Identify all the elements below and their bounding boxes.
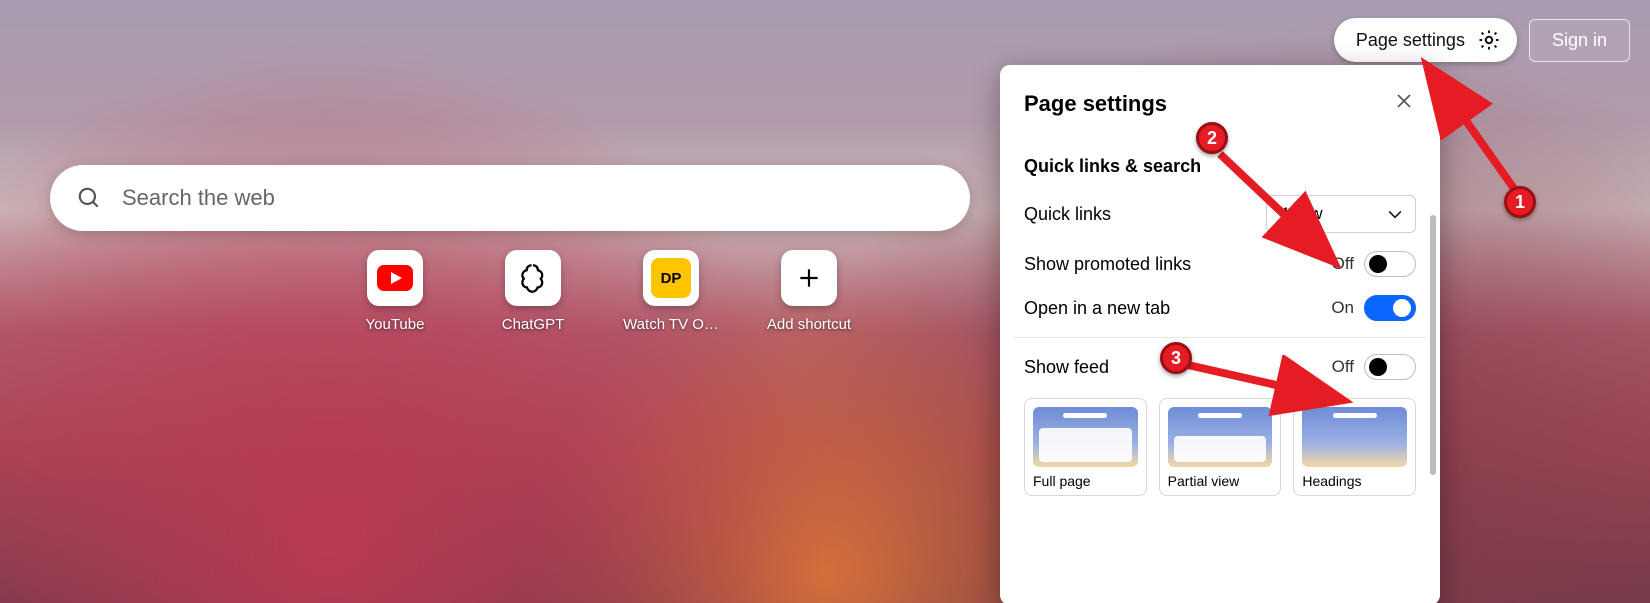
search-icon	[76, 185, 102, 211]
tile-label: Watch TV O…	[623, 316, 719, 333]
quick-links-label: Quick links	[1024, 204, 1111, 225]
feed-layout-option[interactable]: Headings	[1293, 398, 1416, 496]
search-input[interactable]	[122, 185, 944, 211]
dp-icon: DP	[643, 250, 699, 306]
quick-link-tile[interactable]: ChatGPT	[493, 250, 573, 333]
feed-layout-label: Partial view	[1168, 473, 1273, 489]
chatgpt-icon	[505, 250, 561, 306]
quick-link-tile[interactable]: YouTube	[355, 250, 435, 333]
feed-layout-option[interactable]: Full page	[1024, 398, 1147, 496]
show-promoted-label: Show promoted links	[1024, 254, 1191, 275]
gear-icon	[1477, 28, 1501, 52]
tile-label: YouTube	[366, 316, 425, 333]
annotation-badge-3: 3	[1160, 342, 1192, 374]
open-new-tab-state: On	[1331, 298, 1354, 318]
page-settings-button[interactable]: Page settings	[1334, 18, 1517, 62]
feed-layout-thumb	[1033, 407, 1138, 467]
youtube-icon	[367, 250, 423, 306]
feed-layout-label: Full page	[1033, 473, 1138, 489]
scrollbar[interactable]	[1430, 215, 1436, 475]
show-promoted-toggle[interactable]	[1364, 251, 1416, 277]
feed-layout-label: Headings	[1302, 473, 1407, 489]
close-icon	[1396, 93, 1412, 109]
quick-links-value: 1 row	[1281, 204, 1323, 223]
quick-link-tile[interactable]: DPWatch TV O…	[631, 250, 711, 333]
show-feed-state: Off	[1332, 357, 1354, 377]
show-feed-toggle[interactable]	[1364, 354, 1416, 380]
show-promoted-state: Off	[1332, 254, 1354, 274]
chevron-down-icon	[1385, 204, 1405, 224]
sign-in-label: Sign in	[1552, 30, 1607, 50]
divider	[1014, 337, 1426, 338]
feed-layout-thumb	[1302, 407, 1407, 467]
open-new-tab-toggle[interactable]	[1364, 295, 1416, 321]
quick-link-tile[interactable]: Add shortcut	[769, 250, 849, 333]
annotation-badge-1: 1	[1504, 186, 1536, 218]
open-new-tab-label: Open in a new tab	[1024, 298, 1170, 319]
show-feed-label: Show feed	[1024, 357, 1109, 378]
tile-label: ChatGPT	[502, 316, 565, 333]
plus-icon	[796, 265, 822, 291]
search-bar[interactable]	[50, 165, 970, 231]
sign-in-button[interactable]: Sign in	[1529, 19, 1630, 62]
popup-title: Page settings	[1024, 91, 1167, 117]
feed-layout-thumb	[1168, 407, 1273, 467]
add-icon	[781, 250, 837, 306]
page-settings-label: Page settings	[1356, 30, 1465, 51]
annotation-badge-2: 2	[1196, 122, 1228, 154]
quick-links-section-heading: Quick links & search	[1024, 156, 1416, 177]
feed-layout-option[interactable]: Partial view	[1159, 398, 1282, 496]
close-button[interactable]	[1390, 87, 1418, 120]
quick-links-select[interactable]: 1 row	[1266, 195, 1416, 233]
tile-label: Add shortcut	[767, 316, 851, 333]
